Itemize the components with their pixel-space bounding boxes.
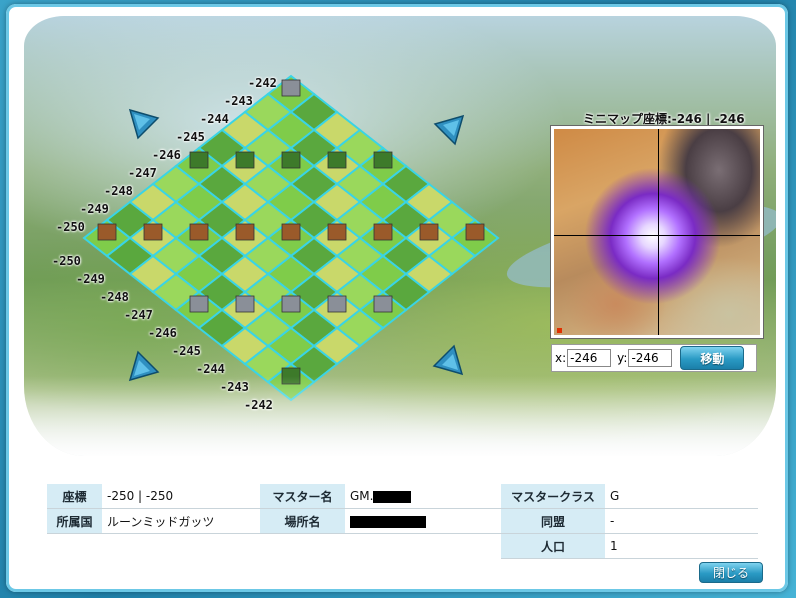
building-icon[interactable] (281, 79, 301, 97)
building-icon[interactable] (143, 223, 163, 241)
info-table: 座標 -250 | -250 マスター名 GM. マスタークラス G 所属国 ル… (47, 484, 758, 559)
redacted-block (373, 490, 412, 503)
place-name-header: 場所名 (260, 508, 345, 534)
axis-label-upper: -242 (248, 76, 277, 90)
axis-label-lower: -247 (124, 308, 153, 322)
axis-label-upper: -247 (128, 166, 157, 180)
axis-label-lower: -248 (100, 290, 129, 304)
arrow-down-left-icon[interactable] (128, 350, 160, 382)
building-icon[interactable] (189, 295, 209, 313)
building-icon[interactable] (465, 223, 485, 241)
arrow-up-left-icon[interactable] (128, 108, 160, 140)
building-icon[interactable] (373, 223, 393, 241)
minimap-position-marker (557, 328, 562, 333)
axis-label-upper: -244 (200, 112, 229, 126)
master-name-value: GM. (345, 484, 501, 509)
axis-label-upper: -246 (152, 148, 181, 162)
x-label: x: (555, 351, 567, 365)
place-name-value (345, 508, 501, 534)
axis-label-upper: -248 (104, 184, 133, 198)
coordinate-form: x: y: 移動 (551, 344, 757, 372)
axis-label-lower: -250 (52, 254, 81, 268)
master-class-header: マスタークラス (501, 484, 605, 509)
building-icon[interactable] (327, 223, 347, 241)
arrow-down-right-icon[interactable] (432, 344, 464, 376)
nation-header: 所属国 (47, 508, 102, 534)
axis-label-lower: -244 (196, 362, 225, 376)
building-icon[interactable] (281, 223, 301, 241)
axis-label-lower: -242 (244, 398, 273, 412)
building-icon[interactable] (373, 295, 393, 313)
dialog-frame: -242 -243 -244 -245 -246 -247 -248 -249 -250 -250… (6, 4, 788, 592)
coord-value: -250 | -250 (102, 484, 260, 509)
arrow-up-right-icon[interactable] (433, 114, 465, 146)
building-icon[interactable] (189, 151, 209, 169)
building-icon[interactable] (281, 151, 301, 169)
building-icon[interactable] (235, 223, 255, 241)
empty-cell (102, 534, 260, 559)
empty-cell (47, 534, 102, 559)
population-value: 1 (605, 533, 758, 559)
axis-label-lower: -243 (220, 380, 249, 394)
minimap-crosshair-horizontal (554, 235, 760, 236)
population-header: 人口 (501, 533, 605, 559)
minimap-title: ミニマップ座標:-246 | -246 (583, 112, 745, 126)
master-name-header: マスター名 (260, 484, 345, 509)
map-fade (24, 376, 776, 456)
close-button[interactable]: 閉じる (699, 562, 763, 583)
building-icon[interactable] (419, 223, 439, 241)
axis-label-lower: -245 (172, 344, 201, 358)
building-icon[interactable] (235, 295, 255, 313)
building-icon[interactable] (97, 223, 117, 241)
empty-cell (260, 534, 345, 559)
master-class-value: G (605, 484, 758, 509)
minimap[interactable] (551, 126, 763, 338)
axis-label-upper: -250 (56, 220, 85, 234)
y-input[interactable] (628, 349, 673, 367)
empty-cell (345, 534, 501, 559)
master-name-text: GM. (350, 489, 374, 503)
coord-header: 座標 (47, 484, 102, 509)
building-icon[interactable] (327, 151, 347, 169)
x-input[interactable] (567, 349, 612, 367)
y-label: y: (617, 351, 628, 365)
axis-label-lower: -249 (76, 272, 105, 286)
building-icon[interactable] (235, 151, 255, 169)
axis-label-upper: -243 (224, 94, 253, 108)
nation-value: ルーンミッドガッツ (102, 508, 260, 534)
axis-label-upper: -249 (80, 202, 109, 216)
building-icon[interactable] (327, 295, 347, 313)
building-icon[interactable] (281, 295, 301, 313)
alliance-value: - (605, 508, 758, 534)
axis-label-lower: -246 (148, 326, 177, 340)
alliance-header: 同盟 (501, 508, 605, 534)
redacted-block (350, 515, 426, 528)
building-icon[interactable] (189, 223, 209, 241)
minimap-crosshair-vertical (658, 129, 659, 335)
axis-label-upper: -245 (176, 130, 205, 144)
move-button[interactable]: 移動 (680, 346, 745, 370)
building-icon[interactable] (373, 151, 393, 169)
